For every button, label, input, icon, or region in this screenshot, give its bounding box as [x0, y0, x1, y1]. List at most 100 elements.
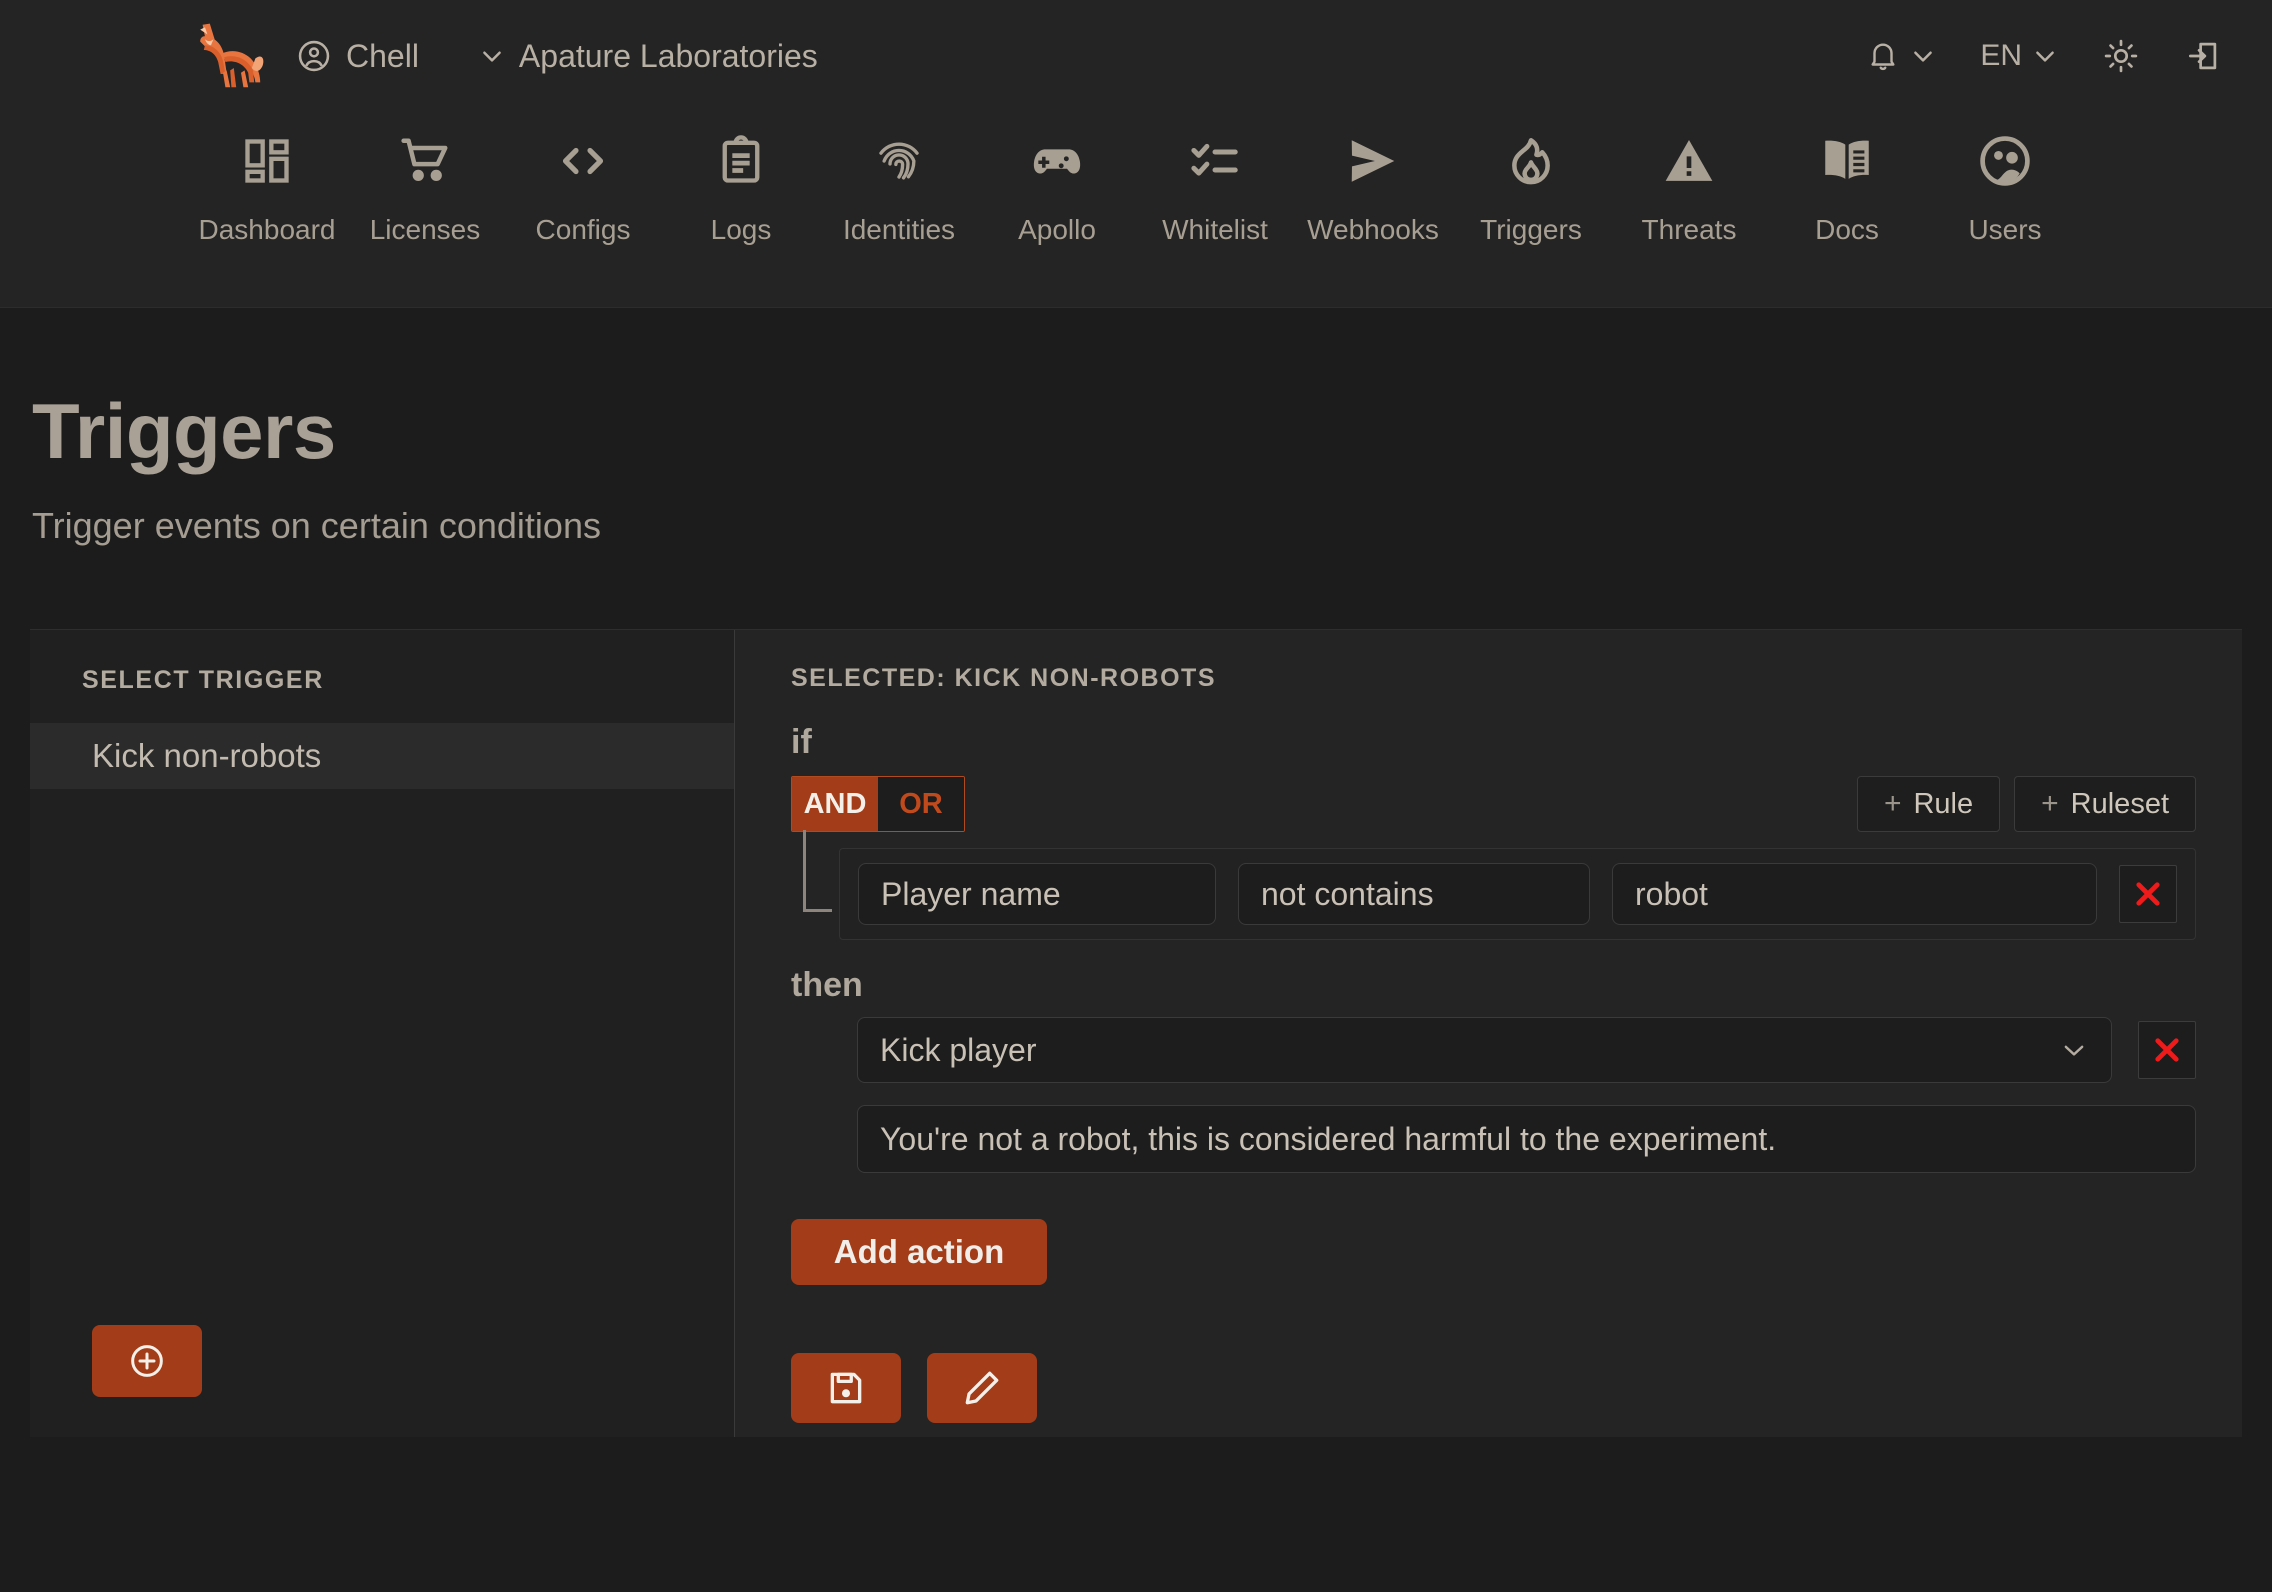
nav-item-apollo[interactable]: Apollo [978, 130, 1136, 246]
nav-item-docs[interactable]: Docs [1768, 130, 1926, 246]
add-trigger-button[interactable] [92, 1325, 202, 1397]
page-title: Triggers [32, 387, 336, 475]
nav-label: Dashboard [198, 214, 336, 245]
users-circle-icon [1977, 130, 2033, 192]
bell-icon [1871, 43, 1895, 71]
trigger-editor-panel: SELECTED: KICK NON-ROBOTS if AND OR + Ru… [735, 630, 2242, 1437]
chevron-down-icon [2036, 51, 2054, 62]
open-book-icon [1818, 130, 1876, 192]
nav-item-identities[interactable]: Identities [820, 130, 978, 246]
delete-rule-button[interactable] [2119, 865, 2177, 923]
nav-label: Whitelist [1162, 214, 1268, 245]
add-action-button[interactable]: Add action [791, 1219, 1047, 1285]
theme-toggle[interactable] [2080, 37, 2162, 75]
save-button[interactable] [791, 1353, 901, 1423]
action-type-select[interactable]: Kick player [857, 1017, 2112, 1083]
logic-and-option[interactable]: AND [792, 777, 878, 831]
page-content: Triggers Trigger events on certain condi… [0, 386, 2272, 1437]
logic-or-option[interactable]: OR [878, 777, 964, 831]
action-type-value: Kick player [880, 1031, 1037, 1068]
trigger-list-footer [30, 1325, 734, 1437]
add-ruleset-label: Ruleset [2070, 787, 2169, 820]
notifications-button[interactable] [1844, 39, 1958, 73]
gamepad-icon [1029, 130, 1085, 192]
nav-label: Threats [1641, 214, 1737, 245]
nav-item-dashboard[interactable]: Dashboard [188, 130, 346, 246]
rule-buttons: + Rule + Ruleset [1856, 776, 2196, 832]
nav-item-webhooks[interactable]: Webhooks [1294, 130, 1452, 246]
user-chip[interactable]: Chell [296, 38, 419, 75]
nav-label: Identities [842, 214, 956, 245]
chevron-down-icon [1914, 51, 1933, 62]
nav-item-whitelist[interactable]: Whitelist [1136, 130, 1294, 246]
then-label: then [791, 966, 863, 1004]
pencil-edit-icon [965, 1371, 999, 1405]
main-navigation: Dashboard Licenses Configs Logs Identiti… [0, 112, 2272, 308]
top-bar: Chell Apature Laboratories EN [0, 0, 2272, 112]
plus-circle-icon [131, 1345, 163, 1377]
sun-icon [2104, 39, 2138, 73]
delete-action-button[interactable] [2138, 1021, 2196, 1079]
condition-toolbar: AND OR + Rule + Ruleset [791, 776, 2196, 832]
user-circle-icon [298, 40, 330, 72]
floppy-save-icon [830, 1372, 862, 1404]
nav-label: Docs [1815, 214, 1879, 245]
nav-item-users[interactable]: Users [1926, 130, 2084, 246]
selected-trigger-heading: SELECTED: KICK NON-ROBOTS [791, 664, 1216, 692]
rule-tree-connector [791, 830, 839, 940]
plus-icon: + [2041, 787, 2059, 820]
trigger-list: Kick non-robots [30, 723, 734, 789]
nav-label: Licenses [369, 214, 481, 245]
send-arrow-icon [1344, 130, 1402, 192]
topbar-actions: EN [1844, 37, 2244, 75]
nav-label: Apollo [1018, 214, 1096, 245]
action-row: Kick player [791, 1017, 2196, 1083]
page-subtitle: Trigger events on certain conditions [32, 505, 601, 546]
nav-label: Users [1968, 214, 2042, 245]
chevron-down-icon [2064, 1045, 2084, 1056]
language-label: EN [1980, 39, 2022, 72]
nav-item-configs[interactable]: Configs [504, 130, 662, 246]
logout-button[interactable] [2162, 37, 2244, 75]
flame-icon [1504, 130, 1558, 192]
add-ruleset-button[interactable]: + Ruleset [2014, 776, 2196, 832]
nav-label: Webhooks [1307, 214, 1439, 245]
triggers-workspace: SELECT TRIGGER Kick non-robots SELECTED:… [30, 629, 2242, 1437]
action-message-input[interactable]: You're not a robot, this is considered h… [857, 1105, 2196, 1173]
checklist-icon [1188, 130, 1242, 192]
list-item[interactable]: Kick non-robots [30, 723, 734, 789]
nav-item-logs[interactable]: Logs [662, 130, 820, 246]
nav-item-licenses[interactable]: Licenses [346, 130, 504, 246]
user-name: Chell [346, 37, 419, 74]
rule-value-input[interactable]: robot [1612, 863, 2097, 925]
fox-logo-icon [200, 23, 264, 88]
nav-label: Logs [710, 214, 772, 245]
close-x-icon [2155, 1038, 2179, 1062]
editor-footer-buttons [791, 1353, 2196, 1423]
clipboard-list-icon [715, 130, 767, 192]
language-selector[interactable]: EN [1958, 39, 2080, 73]
trigger-name: Kick non-robots [92, 737, 322, 774]
dashboard-grid-icon [241, 130, 293, 192]
nav-label: Configs [535, 214, 631, 245]
edit-button[interactable] [927, 1353, 1037, 1423]
code-brackets-icon [555, 130, 611, 192]
fingerprint-icon [872, 130, 926, 192]
rule-field-input[interactable]: Player name [858, 863, 1216, 925]
add-rule-button[interactable]: + Rule [1856, 776, 2001, 832]
close-x-icon [2136, 882, 2160, 906]
trigger-list-panel: SELECT TRIGGER Kick non-robots [30, 630, 735, 1437]
rule-operator-input[interactable]: not contains [1238, 863, 1590, 925]
shopping-cart-icon [398, 130, 452, 192]
plus-icon: + [1883, 787, 1902, 820]
nav-label: Triggers [1480, 214, 1582, 245]
org-selector[interactable]: Apature Laboratories [479, 38, 818, 75]
logout-icon [2188, 42, 2217, 70]
org-name: Apature Laboratories [518, 37, 818, 74]
chevron-down-icon [483, 51, 501, 62]
add-rule-label: Rule [1913, 787, 1974, 820]
nav-item-threats[interactable]: Threats [1610, 130, 1768, 246]
logic-operator-toggle[interactable]: AND OR [791, 776, 965, 832]
nav-item-triggers[interactable]: Triggers [1452, 130, 1610, 246]
rule-container: Player name not contains robot [791, 830, 2196, 940]
